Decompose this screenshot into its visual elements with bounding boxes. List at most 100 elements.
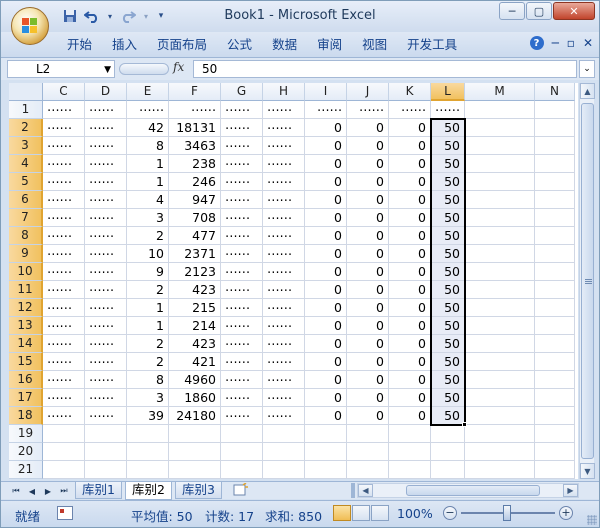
cell-n15[interactable]	[535, 353, 575, 371]
cell-j14[interactable]: 0	[347, 335, 389, 353]
name-box[interactable]: L2 ▼	[7, 60, 115, 78]
cell-n13[interactable]	[535, 317, 575, 335]
cell-l1[interactable]: ⋯⋯	[431, 101, 465, 119]
ribbon-tab[interactable]: 页面布局	[147, 36, 217, 54]
cell-c5[interactable]: ⋯⋯	[43, 173, 85, 191]
cell-f10[interactable]: 2123	[169, 263, 221, 281]
cell-m9[interactable]	[465, 245, 535, 263]
vertical-scroll-thumb[interactable]	[581, 103, 594, 459]
cell-e2[interactable]: 42	[127, 119, 169, 137]
cell-m10[interactable]	[465, 263, 535, 281]
macro-record-icon[interactable]	[57, 506, 73, 520]
cell-g9[interactable]: ⋯⋯	[221, 245, 263, 263]
cell-h19[interactable]	[263, 425, 305, 443]
cell-e21[interactable]	[127, 461, 169, 479]
cell-i5[interactable]: 0	[305, 173, 347, 191]
row-header[interactable]: 8	[9, 227, 43, 245]
cell-d2[interactable]: ⋯⋯	[85, 119, 127, 137]
cell-m17[interactable]	[465, 389, 535, 407]
cell-j16[interactable]: 0	[347, 371, 389, 389]
spreadsheet-grid[interactable]: C D E F G H I J K L M N 1 ⋯⋯ ⋯⋯ ⋯⋯ ⋯⋯ ⋯⋯ ⋯⋯ ⋯⋯ ⋯⋯ ⋯⋯ ⋯⋯ 2 ⋯⋯ ⋯⋯ 42…	[9, 83, 578, 479]
cell-f3[interactable]: 3463	[169, 137, 221, 155]
cell-k10[interactable]: 0	[389, 263, 431, 281]
cell-l5[interactable]: 50	[431, 173, 465, 191]
zoom-level[interactable]: 100%	[397, 506, 433, 521]
cell-d16[interactable]: ⋯⋯	[85, 371, 127, 389]
cell-d12[interactable]: ⋯⋯	[85, 299, 127, 317]
cell-c10[interactable]: ⋯⋯	[43, 263, 85, 281]
cell-m7[interactable]	[465, 209, 535, 227]
cell-j7[interactable]: 0	[347, 209, 389, 227]
cell-n5[interactable]	[535, 173, 575, 191]
cell-c18[interactable]: ⋯⋯	[43, 407, 85, 425]
sheet-tab[interactable]: 库别2	[125, 482, 172, 500]
cell-k13[interactable]: 0	[389, 317, 431, 335]
cell-h1[interactable]: ⋯⋯	[263, 101, 305, 119]
cell-h9[interactable]: ⋯⋯	[263, 245, 305, 263]
row-header[interactable]: 1	[9, 101, 43, 119]
cell-h14[interactable]: ⋯⋯	[263, 335, 305, 353]
cell-n6[interactable]	[535, 191, 575, 209]
cell-n2[interactable]	[535, 119, 575, 137]
cell-n20[interactable]	[535, 443, 575, 461]
row-header[interactable]: 5	[9, 173, 43, 191]
last-sheet-icon[interactable]: ⏭	[57, 484, 71, 498]
cell-c12[interactable]: ⋯⋯	[43, 299, 85, 317]
cell-n10[interactable]	[535, 263, 575, 281]
cell-j6[interactable]: 0	[347, 191, 389, 209]
close-button[interactable]: ✕	[553, 2, 595, 20]
column-header-n[interactable]: N	[535, 83, 575, 101]
cell-h18[interactable]: ⋯⋯	[263, 407, 305, 425]
cell-h17[interactable]: ⋯⋯	[263, 389, 305, 407]
cell-h16[interactable]: ⋯⋯	[263, 371, 305, 389]
cell-g6[interactable]: ⋯⋯	[221, 191, 263, 209]
cell-d11[interactable]: ⋯⋯	[85, 281, 127, 299]
cell-d13[interactable]: ⋯⋯	[85, 317, 127, 335]
scroll-up-icon[interactable]: ▲	[580, 83, 595, 99]
cell-g18[interactable]: ⋯⋯	[221, 407, 263, 425]
cell-h4[interactable]: ⋯⋯	[263, 155, 305, 173]
cell-k1[interactable]: ⋯⋯	[389, 101, 431, 119]
cell-m15[interactable]	[465, 353, 535, 371]
cell-g20[interactable]	[221, 443, 263, 461]
cell-k9[interactable]: 0	[389, 245, 431, 263]
zoom-slider-handle[interactable]	[503, 505, 511, 521]
cell-j18[interactable]: 0	[347, 407, 389, 425]
cell-d4[interactable]: ⋯⋯	[85, 155, 127, 173]
cell-f15[interactable]: 421	[169, 353, 221, 371]
cell-g21[interactable]	[221, 461, 263, 479]
column-header-i[interactable]: I	[305, 83, 347, 101]
cell-d20[interactable]	[85, 443, 127, 461]
row-header[interactable]: 14	[9, 335, 43, 353]
sheet-tab[interactable]: 库别3	[175, 482, 222, 499]
select-all-corner[interactable]	[9, 83, 43, 101]
cell-l21[interactable]	[431, 461, 465, 479]
cell-n4[interactable]	[535, 155, 575, 173]
cell-l18[interactable]: 50	[431, 407, 465, 425]
cell-m18[interactable]	[465, 407, 535, 425]
help-icon[interactable]: ?	[529, 36, 544, 50]
cell-i15[interactable]: 0	[305, 353, 347, 371]
row-header[interactable]: 12	[9, 299, 43, 317]
row-header[interactable]: 18	[9, 407, 43, 425]
cell-h11[interactable]: ⋯⋯	[263, 281, 305, 299]
cell-m13[interactable]	[465, 317, 535, 335]
ribbon-tab[interactable]: 开始	[57, 36, 102, 54]
cell-j2[interactable]: 0	[347, 119, 389, 137]
cell-e16[interactable]: 8	[127, 371, 169, 389]
cell-d5[interactable]: ⋯⋯	[85, 173, 127, 191]
column-header-l[interactable]: L	[431, 83, 465, 101]
cell-n8[interactable]	[535, 227, 575, 245]
cell-c6[interactable]: ⋯⋯	[43, 191, 85, 209]
cell-n16[interactable]	[535, 371, 575, 389]
cell-l14[interactable]: 50	[431, 335, 465, 353]
row-header[interactable]: 10	[9, 263, 43, 281]
row-header[interactable]: 7	[9, 209, 43, 227]
cell-g16[interactable]: ⋯⋯	[221, 371, 263, 389]
row-header[interactable]: 9	[9, 245, 43, 263]
resize-grip-icon[interactable]	[587, 515, 597, 525]
row-header[interactable]: 2	[9, 119, 43, 137]
cell-c17[interactable]: ⋯⋯	[43, 389, 85, 407]
cell-e20[interactable]	[127, 443, 169, 461]
cell-k18[interactable]: 0	[389, 407, 431, 425]
